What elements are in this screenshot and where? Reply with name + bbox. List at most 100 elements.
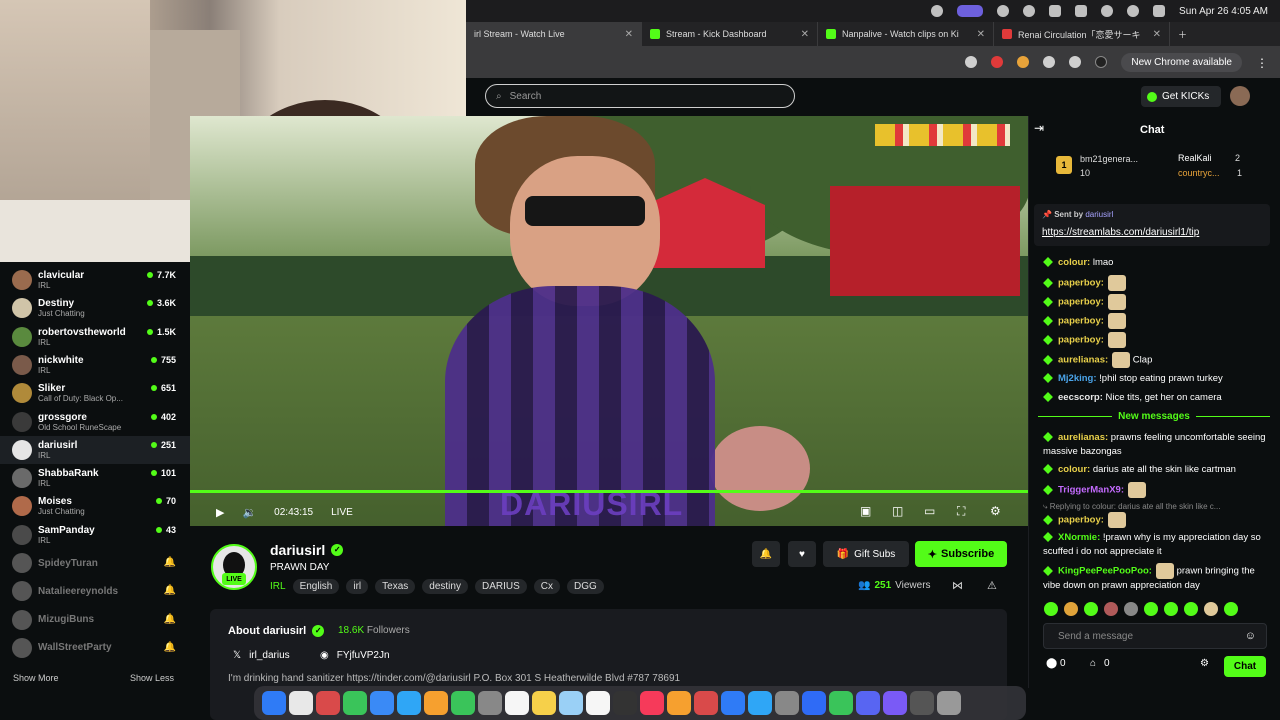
dock-app-icon[interactable] — [586, 691, 610, 715]
tag-chip[interactable]: Cx — [533, 579, 560, 594]
dock-app-icon[interactable] — [721, 691, 745, 715]
dock-app-icon[interactable] — [613, 691, 637, 715]
show-more-link[interactable]: Show More — [13, 673, 59, 683]
twitter-link[interactable]: 𝕏 irl_darius — [233, 650, 290, 661]
tag-chip[interactable]: DGG — [567, 579, 604, 594]
clip-icon[interactable]: ◫ — [892, 504, 903, 518]
sidebar-offline-channel[interactable]: WallStreetParty 🔔 — [0, 634, 190, 662]
chat-settings-icon[interactable]: ⚙ — [1200, 658, 1209, 669]
notification-bell-icon[interactable]: 🔔 — [164, 642, 176, 653]
bookmark-star-icon[interactable] — [965, 56, 978, 68]
wifi-icon[interactable] — [1101, 5, 1114, 17]
sidebar-channel-clavicular[interactable]: clavicular IRL 7.7K — [0, 266, 190, 294]
dock-app-icon[interactable] — [478, 691, 502, 715]
volume-icon[interactable]: 🔉 — [242, 506, 256, 519]
dock-app-icon[interactable] — [640, 691, 664, 715]
chat-message[interactable]: paperboy: — [1043, 313, 1268, 329]
extension-icon[interactable] — [1017, 56, 1030, 68]
tab-search-icon[interactable] — [1069, 56, 1082, 68]
share-icon[interactable]: ⋈ — [952, 579, 963, 592]
user-avatar[interactable] — [1230, 86, 1250, 106]
chat-username[interactable]: aurelianas: — [1058, 432, 1108, 443]
chat-message[interactable]: colour: lmao — [1043, 256, 1268, 270]
chat-message[interactable]: paperboy: — [1043, 332, 1268, 348]
get-kicks-button[interactable]: Get KICKs — [1141, 86, 1221, 107]
dock-app-icon[interactable] — [532, 691, 556, 715]
dock-app-icon[interactable] — [397, 691, 421, 715]
browser-tab[interactable]: Stream - Kick Dashboard ✕ — [642, 22, 818, 46]
dock-app-icon[interactable] — [559, 691, 583, 715]
new-chrome-available-button[interactable]: New Chrome available — [1121, 52, 1242, 72]
chat-message[interactable]: eecscorp: Nice tits, get her on camera — [1043, 391, 1268, 405]
dock-app-icon[interactable] — [937, 691, 961, 715]
show-less-link[interactable]: Show Less — [130, 673, 174, 683]
quick-emote-icon[interactable] — [1044, 602, 1058, 616]
chat-username[interactable]: paperboy: — [1058, 515, 1104, 526]
fullscreen-icon[interactable]: ⛶ — [957, 504, 965, 519]
control-center-icon[interactable] — [1153, 5, 1166, 17]
chat-username[interactable]: paperboy: — [1058, 278, 1104, 289]
leaderboard-user[interactable]: countryc... — [1178, 168, 1220, 178]
dock-app-icon[interactable] — [424, 691, 448, 715]
sidebar-channel-grossgore[interactable]: grossgore Old School RuneScape 402 — [0, 408, 190, 436]
dock-app-icon[interactable] — [262, 691, 286, 715]
dock-app-icon[interactable] — [775, 691, 799, 715]
battery-icon[interactable] — [1075, 5, 1088, 17]
channel-name[interactable]: dariusirl ✓ — [270, 542, 344, 558]
notification-bell-button[interactable]: 🔔 — [752, 541, 780, 567]
sidebar-channel-dariusirl[interactable]: dariusirl IRL 251 — [0, 435, 190, 464]
chat-send-button[interactable]: Chat — [1224, 656, 1266, 677]
spotlight-icon[interactable] — [1127, 5, 1140, 17]
chat-message[interactable]: aurelianas: Clap — [1043, 352, 1268, 368]
extension-icon[interactable] — [991, 56, 1004, 68]
chat-username[interactable]: colour: — [1058, 257, 1090, 268]
pinned-link[interactable]: https://streamlabs.com/dariusirl1/tip — [1042, 227, 1199, 238]
dock-app-icon[interactable] — [883, 691, 907, 715]
sidebar-channel-sliker[interactable]: Sliker Call of Duty: Black Op... 651 — [0, 379, 190, 407]
quick-emote-icon[interactable] — [1184, 602, 1198, 616]
dock-app-icon[interactable] — [802, 691, 826, 715]
sidebar-channel-sampanday[interactable]: SamPanday IRL 43 — [0, 521, 190, 549]
sidebar-channel-shabbarank[interactable]: ShabbaRank IRL 101 — [0, 464, 190, 492]
collapse-chat-icon[interactable]: ⇥ — [1034, 121, 1044, 135]
chat-message[interactable]: colour: darius ate all the skin like car… — [1043, 463, 1268, 477]
creative-cloud-icon[interactable] — [931, 5, 944, 17]
chat-username[interactable]: XNormie: — [1058, 532, 1100, 543]
browser-tab[interactable]: irl Stream - Watch Live ✕ — [466, 22, 642, 46]
dock-app-icon[interactable] — [667, 691, 691, 715]
notification-bell-icon[interactable]: 🔔 — [164, 557, 176, 568]
chat-username[interactable]: TriggerManX9: — [1058, 485, 1124, 496]
dock-app-icon[interactable] — [856, 691, 880, 715]
chat-message[interactable]: aurelianas: prawns feeling uncomfortable… — [1043, 431, 1268, 459]
chat-username[interactable]: paperboy: — [1058, 316, 1104, 327]
chat-message[interactable]: Mj2king: !phil stop eating prawn turkey — [1043, 372, 1268, 386]
settings-gear-icon[interactable]: ⚙ — [990, 504, 1001, 518]
close-tab-icon[interactable]: ✕ — [977, 29, 985, 40]
quick-emote-icon[interactable] — [1204, 602, 1218, 616]
more-menu-icon[interactable]: ⋮ — [1256, 56, 1268, 70]
close-tab-icon[interactable]: ✕ — [625, 29, 633, 40]
dock-app-icon[interactable] — [451, 691, 475, 715]
close-tab-icon[interactable]: ✕ — [801, 29, 809, 40]
quick-emote-icon[interactable] — [1124, 602, 1138, 616]
category-link[interactable]: IRL — [270, 581, 286, 592]
sidebar-offline-channel[interactable]: SpideyTuran 🔔 — [0, 549, 190, 577]
sidebar-channel-robertovstheworld[interactable]: robertovstheworld IRL 1.5K — [0, 323, 190, 351]
quick-emote-icon[interactable] — [1104, 602, 1118, 616]
dock-app-icon[interactable] — [829, 691, 853, 715]
extensions-puzzle-icon[interactable] — [1043, 56, 1056, 68]
sidebar-offline-channel[interactable]: Natalieereynolds 🔔 — [0, 577, 190, 605]
sidebar-channel-moises[interactable]: Moises Just Chatting 70 — [0, 492, 190, 520]
dock-app-icon[interactable] — [343, 691, 367, 715]
chat-username[interactable]: paperboy: — [1058, 335, 1104, 346]
dock-app-icon[interactable] — [505, 691, 529, 715]
sidebar-channel-nickwhite[interactable]: nickwhite IRL 755 — [0, 351, 190, 379]
dock-app-icon[interactable] — [694, 691, 718, 715]
chat-username[interactable]: colour: — [1058, 464, 1090, 475]
leaderboard-user[interactable]: RealKali — [1178, 153, 1212, 163]
chat-username[interactable]: paperboy: — [1058, 297, 1104, 308]
play-icon[interactable]: ▶ — [216, 506, 224, 519]
screen-share-icon[interactable] — [957, 5, 984, 17]
menubar-datetime[interactable]: Sun Apr 26 4:05 AM — [1179, 6, 1268, 17]
chat-message[interactable]: KingPeePeePooPoo: prawn bringing the vib… — [1043, 563, 1268, 593]
